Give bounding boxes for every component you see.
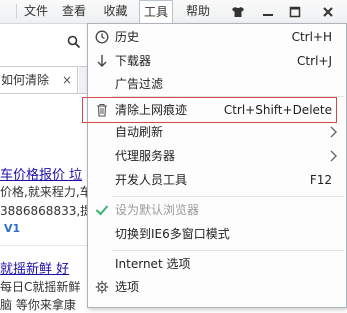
menu-item-label: 代理服务器: [115, 149, 176, 163]
menu-favorites[interactable]: 收藏: [99, 0, 132, 23]
menu-item-shortcut: Ctrl+H: [291, 30, 332, 44]
skin-shirt-icon[interactable]: [226, 2, 250, 21]
restore-icon[interactable]: [283, 2, 307, 21]
menu-help[interactable]: 帮助: [181, 0, 215, 23]
checkmark-icon: [94, 202, 110, 218]
menu-item-ad-filter[interactable]: 广告过滤: [88, 72, 346, 96]
menu-item-developer-tools[interactable]: 开发人员工具 F12: [88, 168, 346, 192]
search-icon[interactable]: [67, 35, 81, 52]
menu-separator: [112, 196, 344, 197]
close-icon[interactable]: [316, 2, 340, 21]
browser-tab[interactable]: 如何清除 ×: [0, 66, 78, 94]
menu-item-label: 清除上网痕迹: [115, 103, 188, 117]
menu-item-label: Internet 选项: [115, 257, 191, 271]
menu-separator: [112, 250, 344, 251]
menu-item-internet-options[interactable]: Internet 选项: [88, 252, 346, 276]
menu-item-auto-refresh[interactable]: 自动刷新: [88, 120, 346, 144]
menu-item-set-default-browser: 设为默认浏览器: [88, 198, 346, 222]
tools-dropdown-menu: 历史 Ctrl+H 下载器 Ctrl+J 广告过滤 清除上网痕迹 Ctrl+Sh…: [82, 23, 347, 308]
menu-item-label: 设为默认浏览器: [115, 203, 200, 217]
menu-item-label: 广告过滤: [115, 77, 164, 91]
menu-item-switch-ie6-mode[interactable]: 切换到IE6多窗口模式: [88, 222, 346, 246]
chevron-right-icon: [326, 125, 340, 139]
menu-file[interactable]: 文件: [21, 0, 51, 23]
chevron-right-icon: [326, 149, 340, 163]
menu-item-label: 历史: [115, 30, 140, 44]
result-title-link[interactable]: 车价格报价 垃: [0, 164, 82, 183]
result-snippet: 价格,就来程力,车: [0, 185, 92, 199]
menu-separator: [16, 4, 17, 19]
gear-icon: [94, 279, 110, 295]
download-arrow-icon: [94, 53, 110, 69]
tab-title: 如何清除: [1, 73, 50, 87]
menu-item-label: 开发人员工具: [115, 173, 188, 187]
menu-view[interactable]: 查看: [58, 0, 90, 23]
tab-close-icon[interactable]: ×: [62, 67, 72, 94]
menu-item-clear-browsing-data[interactable]: 清除上网痕迹 Ctrl+Shift+Delete: [82, 97, 346, 123]
result-snippet: 每日C就摇新鲜: [0, 280, 81, 294]
menu-item-history[interactable]: 历史 Ctrl+H: [88, 25, 346, 49]
result-divider: [0, 245, 90, 246]
minimize-icon[interactable]: [256, 2, 280, 21]
clock-icon: [94, 29, 110, 45]
menu-item-shortcut: Ctrl+Shift+Delete: [223, 103, 332, 117]
result-snippet: 脑 等你来拿康: [0, 298, 76, 312]
menu-bar: 文件 查看 收藏 工具 帮助: [0, 0, 347, 24]
result-snippet: 3886868833,提: [0, 204, 93, 218]
result-title-link[interactable]: 就摇新鲜 好: [0, 258, 69, 277]
menu-tools[interactable]: 工具: [139, 0, 173, 24]
trash-icon: [94, 102, 110, 118]
menu-item-label: 自动刷新: [115, 125, 164, 139]
menu-item-proxy-server[interactable]: 代理服务器: [88, 144, 346, 168]
menu-item-label: 切换到IE6多窗口模式: [115, 227, 230, 241]
tab-strip-line: [0, 93, 90, 94]
menu-item-shortcut: Ctrl+J: [297, 54, 332, 68]
menu-item-label: 下载器: [115, 54, 152, 68]
menu-item-downloader[interactable]: 下载器 Ctrl+J: [88, 49, 346, 73]
menu-item-options[interactable]: 选项: [88, 275, 346, 299]
menu-item-label: 选项: [115, 280, 140, 294]
verified-badge: V1: [4, 222, 21, 235]
menu-item-shortcut: F12: [309, 173, 332, 187]
